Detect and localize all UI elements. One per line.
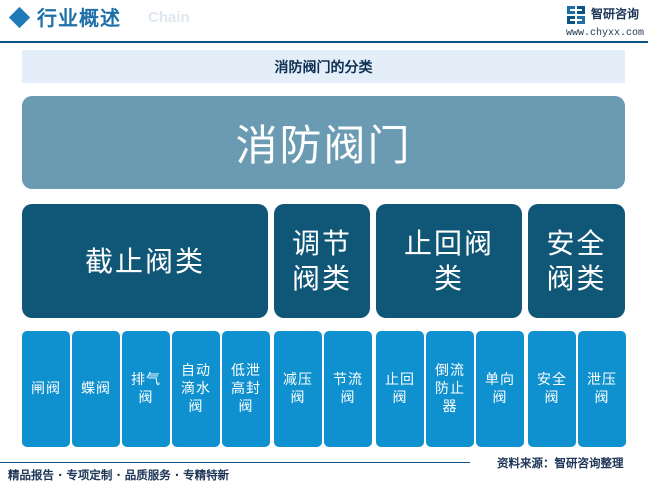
brand-url: www.chyxx.com [566, 28, 645, 39]
data-source: 资料来源：智研咨询整理 [497, 456, 624, 470]
page-subtitle: Chain [148, 9, 190, 26]
page-header: 行业概述 Chain 智研咨询 www.chyxx.com [0, 0, 648, 44]
category-node-check: 止回阀类 [376, 204, 522, 318]
page-title: 行业概述 [37, 6, 121, 30]
item-node: 减压阀 [274, 331, 322, 447]
item-node: 倒流防止器 [426, 331, 474, 447]
footer-slogan: 精品报告 · 专项定制 · 品质服务 · 专精特新 [8, 468, 230, 482]
item-node: 单向阀 [476, 331, 524, 447]
category-node-shutoff: 截止阀类 [22, 204, 268, 318]
item-node: 闸阀 [22, 331, 70, 447]
header-divider [0, 41, 648, 43]
item-node: 排气阀 [122, 331, 170, 447]
category-node-regulating: 调节阀类 [274, 204, 370, 318]
category-node-safety: 安全阀类 [528, 204, 625, 318]
brand-name: 智研咨询 [591, 7, 640, 21]
item-node: 安全阀 [528, 331, 576, 447]
item-node: 低泄高封阀 [222, 331, 270, 447]
item-node: 蝶阀 [72, 331, 120, 447]
diamond-icon [8, 6, 31, 29]
item-node: 自动滴水阀 [172, 331, 220, 447]
item-node: 节流阀 [324, 331, 372, 447]
footer-divider [0, 462, 470, 463]
item-node: 止回阀 [376, 331, 424, 447]
diagram-title: 消防阀门的分类 [22, 50, 625, 83]
root-node: 消防阀门 [22, 96, 625, 189]
item-node: 泄压阀 [578, 331, 626, 447]
brand-logo-icon [567, 6, 585, 24]
